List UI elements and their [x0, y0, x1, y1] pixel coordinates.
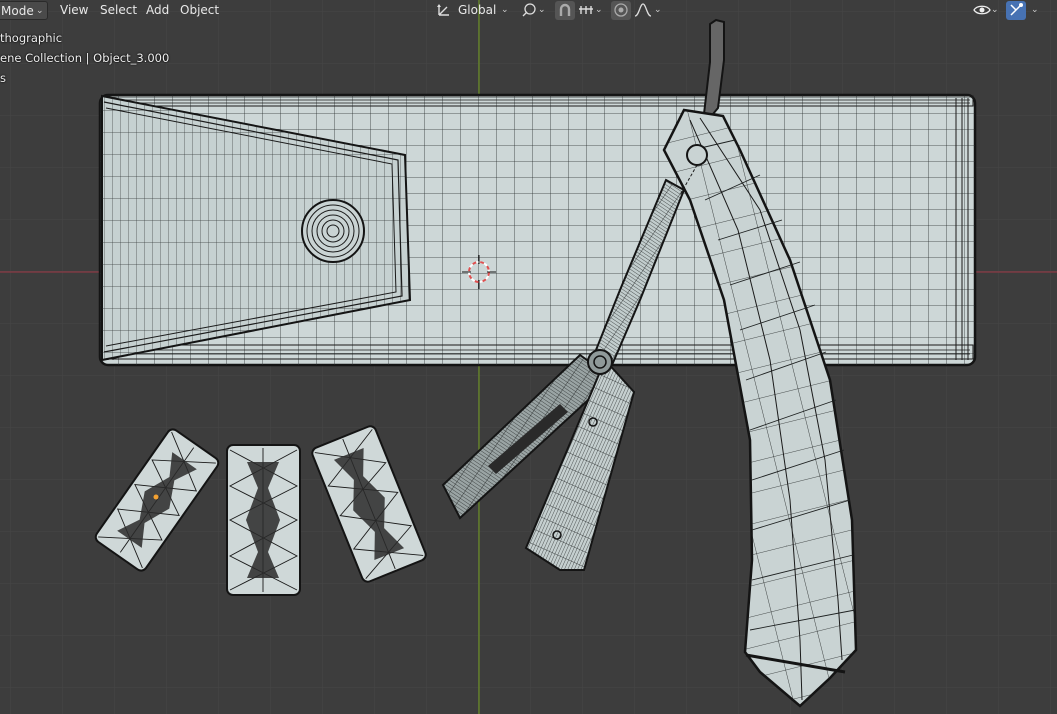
object-menu[interactable]: Object	[176, 1, 223, 20]
chevron-down-icon: ⌄	[501, 5, 509, 15]
eye-visibility-icon	[973, 5, 991, 15]
snap-toggle[interactable]	[555, 1, 575, 20]
select-menu[interactable]: Select	[96, 1, 141, 20]
pivot-point-icon	[522, 3, 536, 17]
falloff-dropdown[interactable]: ⌄	[633, 1, 663, 20]
gizmo-dropdown[interactable]: ⌄	[1028, 1, 1044, 20]
units-label: s	[0, 71, 6, 85]
collection-path-label: ene Collection | Object_3.000	[0, 51, 170, 65]
transform-orientation-label: Global	[458, 3, 497, 17]
razor-box-mesh[interactable]	[98, 93, 977, 367]
chevron-down-icon: ⌄	[1031, 5, 1039, 15]
snap-increment-icon	[579, 6, 593, 14]
transform-orientation-icon	[437, 4, 449, 16]
viewport-header: Mode ⌄ View Select Add Object Global ⌄ ⌄…	[0, 0, 1057, 22]
view-name-label: thographic	[0, 31, 63, 45]
snap-magnet-icon	[559, 3, 571, 16]
falloff-curve-icon	[634, 3, 652, 17]
visibility-dropdown[interactable]: ⌄	[972, 1, 1002, 20]
object-origin-dot	[153, 494, 159, 500]
view-menu[interactable]: View	[56, 1, 92, 20]
chevron-down-icon: ⌄	[538, 5, 546, 15]
chevron-down-icon: ⌄	[991, 5, 999, 15]
transform-orientation-dropdown[interactable]: Global ⌄	[433, 1, 513, 20]
proportional-editing-icon	[614, 3, 628, 17]
gizmo-toggle-icon	[1010, 3, 1023, 16]
chevron-down-icon: ⌄	[654, 5, 662, 15]
chevron-down-icon: ⌄	[595, 5, 603, 15]
add-menu[interactable]: Add	[142, 1, 173, 20]
mode-dropdown[interactable]: Mode ⌄	[0, 1, 48, 20]
snap-target-dropdown[interactable]: ⌄	[577, 1, 605, 20]
3d-viewport[interactable]	[0, 0, 1057, 714]
proportional-editing-toggle[interactable]	[611, 1, 631, 20]
mode-label: Mode	[1, 4, 34, 18]
chevron-down-icon: ⌄	[36, 6, 44, 16]
razor-blade-middle[interactable]	[226, 444, 301, 596]
gizmo-toggle[interactable]	[1006, 1, 1026, 20]
pivot-point-dropdown[interactable]: ⌄	[519, 1, 549, 20]
